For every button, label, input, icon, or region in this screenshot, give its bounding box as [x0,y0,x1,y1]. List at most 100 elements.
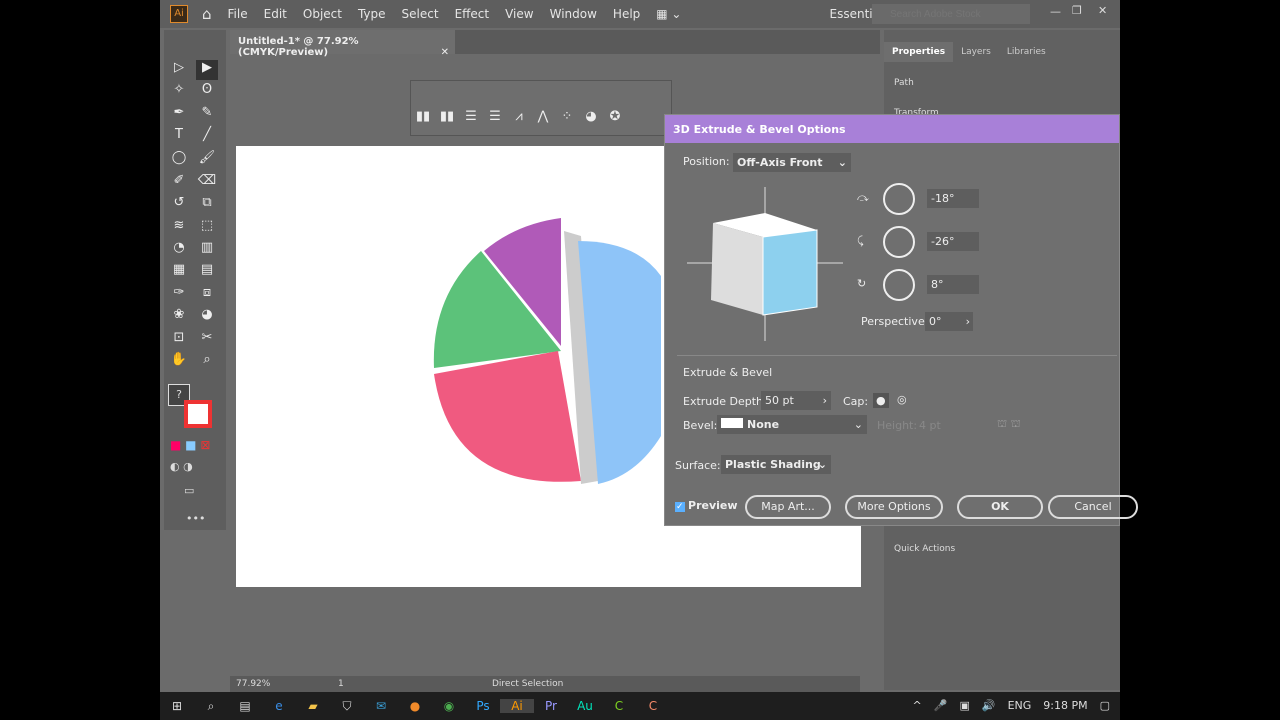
camtasia-icon[interactable]: C [602,699,636,713]
menu-type[interactable]: Type [358,7,386,21]
zoom-level[interactable]: 77.92% [236,679,270,689]
pie-graph-icon[interactable]: ◕ [579,109,603,124]
store-icon[interactable]: ⛉ [330,699,364,714]
eraser-tool[interactable]: ⌫ [196,173,218,193]
document-tab[interactable]: Untitled-1* @ 77.92% (CMYK/Preview) ✕ [230,30,455,58]
arrange-documents-icon[interactable]: ▦ ⌄ [656,7,681,21]
mail-icon[interactable]: ✉ [364,699,398,713]
app-icon[interactable]: C [636,699,670,713]
current-tool[interactable]: Direct Selection [492,679,563,689]
file-explorer-icon[interactable]: ▰ [296,699,330,713]
menu-window[interactable]: Window [550,7,597,21]
column-graph-icon[interactable]: ▮▮ [411,109,435,124]
search-icon[interactable]: ⌕ [194,699,228,714]
cap-off-button[interactable]: ◎ [897,393,907,406]
graph-tool[interactable]: ◕ [196,307,218,327]
color-mode-buttons[interactable]: ■ ■ ⊠ [170,438,210,452]
menu-view[interactable]: View [505,7,533,21]
ok-button[interactable]: OK [957,495,1043,519]
surface-select[interactable]: Plastic Shading ⌄ [721,455,831,474]
stacked-column-icon[interactable]: ▮▮ [435,109,459,124]
rotation-cube-preview[interactable] [685,185,845,345]
map-art-button[interactable]: Map Art... [745,495,831,519]
cap-on-button[interactable]: ● [873,393,889,408]
home-icon[interactable]: ⌂ [202,5,212,23]
chrome-icon[interactable]: ◉ [432,699,466,713]
draw-mode-icon[interactable]: ◐ ◑ [170,460,193,473]
symbol-sprayer-tool[interactable]: ❀ [168,307,190,327]
line-graph-icon[interactable]: ⩘ [507,109,531,124]
slice-tool[interactable]: ✂ [196,330,218,350]
mesh-tool[interactable]: ▦ [168,262,190,282]
tab-layers[interactable]: Layers [953,42,999,62]
rotate-tool[interactable]: ↺ [168,195,190,215]
illustrator-icon[interactable]: Ai [500,699,534,713]
direct-selection-tool[interactable]: ▶ [196,60,218,80]
artboard-tool[interactable]: ⊡ [168,330,190,350]
bevel-select[interactable]: None ⌄ [717,415,867,434]
magic-wand-tool[interactable]: ✧ [168,82,190,102]
notifications-icon[interactable]: ▢ [1100,699,1110,712]
x-rotation-field[interactable]: -18° [927,189,979,208]
preview-checkbox[interactable]: ✓ Preview [675,499,738,512]
area-graph-icon[interactable]: ⋀ [531,109,555,124]
menu-object[interactable]: Object [303,7,342,21]
paintbrush-tool[interactable]: 🖌 [196,150,218,170]
artboard-number[interactable]: 1 [338,679,344,689]
edge-icon[interactable]: e [262,699,296,713]
cancel-button[interactable]: Cancel [1048,495,1138,519]
scatter-graph-icon[interactable]: ⁘ [555,109,579,124]
bar-graph-icon[interactable]: ☰ [459,109,483,124]
perspective-grid-tool[interactable]: ▥ [196,240,218,260]
selection-tool[interactable]: ▷ [168,60,190,80]
close-tab-icon[interactable]: ✕ [441,47,449,58]
z-rotation-dial[interactable] [883,269,915,301]
language-indicator[interactable]: ENG [1008,699,1032,712]
close-button[interactable]: ✕ [1098,4,1107,17]
more-tools-icon[interactable]: ••• [186,512,205,525]
y-rotation-dial[interactable] [883,226,915,258]
shaper-tool[interactable]: ✐ [168,173,190,193]
tab-libraries[interactable]: Libraries [999,42,1054,62]
pen-tool[interactable]: ✒ [168,105,190,125]
hand-tool[interactable]: ✋ [168,352,190,372]
photoshop-icon[interactable]: Ps [466,699,500,713]
firefox-icon[interactable]: ● [398,699,432,713]
line-tool[interactable]: ╱ [196,127,218,147]
stacked-bar-icon[interactable]: ☰ [483,109,507,124]
perspective-field[interactable]: 0° › [925,312,973,331]
free-transform-tool[interactable]: ⬚ [196,218,218,238]
menu-effect[interactable]: Effect [455,7,490,21]
minimize-button[interactable]: — [1050,5,1061,18]
lasso-tool[interactable]: ʘ [196,82,218,102]
menu-select[interactable]: Select [402,7,439,21]
menu-edit[interactable]: Edit [264,7,287,21]
eyedropper-tool[interactable]: ✑ [168,285,190,305]
premiere-icon[interactable]: Pr [534,699,568,713]
stroke-swatch[interactable] [184,400,212,428]
zoom-tool[interactable]: ⌕ [196,352,218,372]
extrude-depth-field[interactable]: 50 pt › [761,391,831,410]
more-options-button[interactable]: More Options [845,495,943,519]
search-stock-input[interactable] [872,4,1030,24]
gradient-tool[interactable]: ▤ [196,262,218,282]
tab-properties[interactable]: Properties [884,42,954,62]
radar-graph-icon[interactable]: ✪ [603,109,627,124]
network-icon[interactable]: ▣ [959,699,969,712]
curvature-tool[interactable]: ✎ [196,105,218,125]
show-hidden-icons[interactable]: ^ [913,699,922,712]
volume-icon[interactable]: 🔊 [982,699,996,712]
position-select[interactable]: Off-Axis Front ⌄ [733,153,851,172]
start-icon[interactable]: ⊞ [160,699,194,713]
y-rotation-field[interactable]: -26° [927,232,979,251]
x-rotation-dial[interactable] [883,183,915,215]
microphone-icon[interactable]: 🎤 [934,699,948,712]
type-tool[interactable]: T [168,127,190,147]
menu-help[interactable]: Help [613,7,640,21]
scale-tool[interactable]: ⧉ [196,195,218,215]
z-rotation-field[interactable]: 8° [927,275,979,294]
warp-tool[interactable]: ≋ [168,218,190,238]
shape-builder-tool[interactable]: ◔ [168,240,190,260]
screen-mode-icon[interactable]: ▭ [184,484,194,497]
menu-file[interactable]: File [228,7,248,21]
